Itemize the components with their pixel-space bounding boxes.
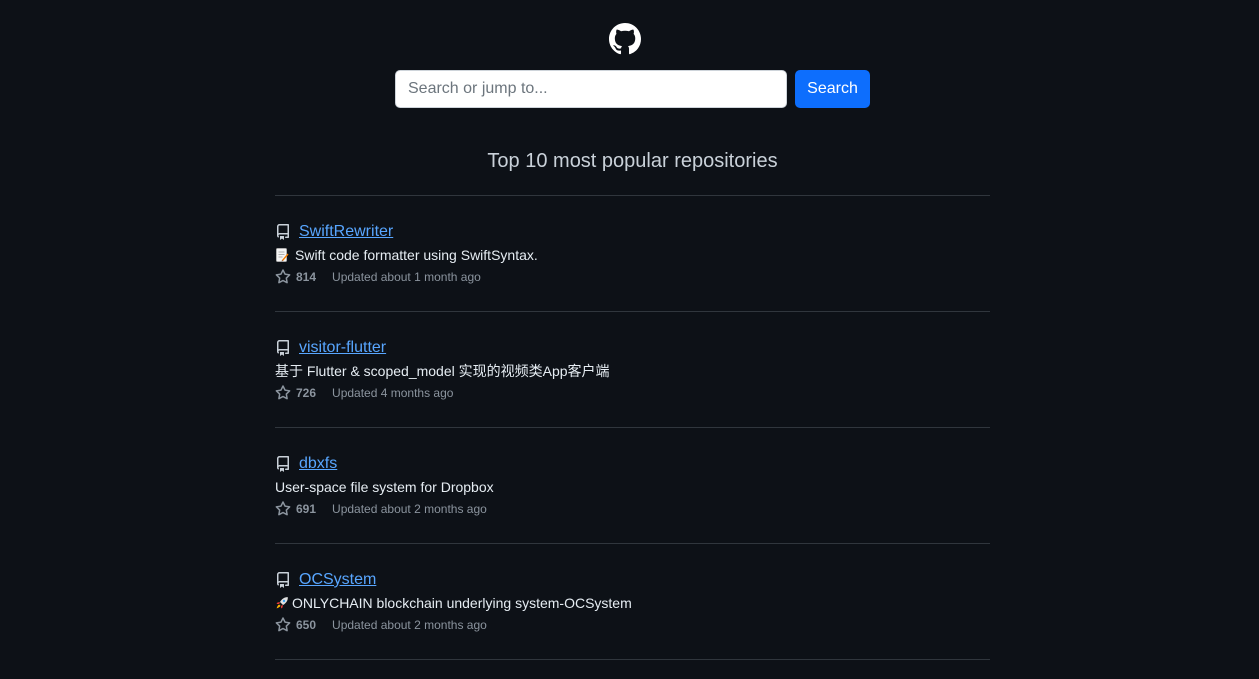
repo-title-row: SwiftRewriter <box>275 222 990 242</box>
page-title: Top 10 most popular repositories <box>487 150 778 172</box>
repo-description-text: Swift code formatter using SwiftSyntax. <box>295 247 538 263</box>
repo-meta: 650 Updated about 2 months ago <box>275 617 990 633</box>
updated-time: Updated 4 months ago <box>332 386 454 400</box>
updated-time: Updated about 2 months ago <box>332 502 487 516</box>
repo-description-text: 基于 Flutter & scoped_model 实现的视频类App客户端 <box>275 363 610 379</box>
repo-name-link[interactable]: dbxfs <box>299 455 337 473</box>
star-count: 814 <box>296 270 317 284</box>
repo-name-link[interactable]: OCSystem <box>299 571 376 589</box>
repo-title-row: dbxfs <box>275 454 990 474</box>
star-icon <box>275 501 291 516</box>
star-icon <box>275 385 291 400</box>
repo-item: SwiftRewriter Swift code formatter using… <box>275 196 990 312</box>
repo-description: User-space file system for Dropbox <box>275 477 990 497</box>
repo-icon <box>277 224 289 240</box>
repo-item: visitor-flutter 基于 Flutter & scoped_mode… <box>275 312 990 428</box>
repo-icon <box>277 340 289 356</box>
repo-item: dbxfs User-space file system for Dropbox… <box>275 428 990 544</box>
search-input[interactable] <box>395 70 787 108</box>
rocket-emoji-icon <box>276 597 288 609</box>
repo-description-text: User-space file system for Dropbox <box>275 479 494 495</box>
repo-description: Swift code formatter using SwiftSyntax. <box>275 245 990 265</box>
updated-time: Updated about 2 months ago <box>332 618 487 632</box>
search-button[interactable]: Search <box>795 70 870 108</box>
updated-time: Updated about 1 month ago <box>332 270 481 284</box>
star-count: 691 <box>296 502 317 516</box>
search-bar: Search <box>395 70 870 108</box>
repo-meta: 691 Updated about 2 months ago <box>275 501 990 517</box>
repo-meta: 726 Updated 4 months ago <box>275 385 990 401</box>
repo-description: 基于 Flutter & scoped_model 实现的视频类App客户端 <box>275 361 990 381</box>
repo-title-row: visitor-flutter <box>275 338 990 358</box>
repo-list: SwiftRewriter Swift code formatter using… <box>275 195 990 660</box>
repo-description-text: ONLYCHAIN blockchain underlying system-O… <box>292 595 632 611</box>
memo-emoji-icon <box>276 248 289 262</box>
repo-name-link[interactable]: SwiftRewriter <box>299 223 393 241</box>
star-count: 726 <box>296 386 317 400</box>
github-logo-icon[interactable] <box>609 22 641 56</box>
repo-description: ONLYCHAIN blockchain underlying system-O… <box>275 593 990 613</box>
page: Search Top 10 most popular repositories … <box>0 0 1259 679</box>
star-count: 650 <box>296 618 317 632</box>
repo-item: OCSystem ONLYCHAIN blockchain underlying… <box>275 544 990 660</box>
repo-icon <box>277 456 289 472</box>
repo-title-row: OCSystem <box>275 570 990 590</box>
repo-name-link[interactable]: visitor-flutter <box>299 339 386 357</box>
repo-icon <box>277 572 289 588</box>
star-icon <box>275 617 291 632</box>
star-icon <box>275 269 291 284</box>
repo-meta: 814 Updated about 1 month ago <box>275 269 990 285</box>
